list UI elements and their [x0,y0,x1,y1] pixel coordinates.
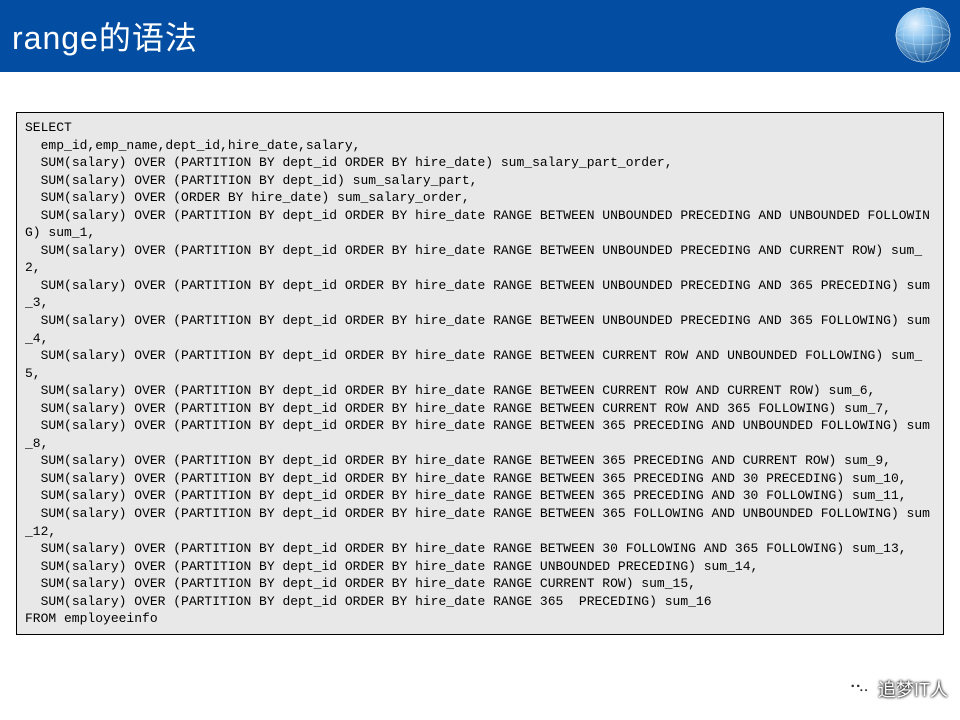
watermark-text: 追梦IT人 [878,676,948,702]
watermark: 追梦IT人 [846,676,948,702]
slide-header: range的语法 [0,0,960,72]
code-box: SELECT emp_id,emp_name,dept_id,hire_date… [16,112,944,635]
slide-title: range的语法 [12,13,198,59]
sql-code: SELECT emp_id,emp_name,dept_id,hire_date… [25,119,935,628]
globe-icon [892,4,954,66]
wechat-icon [846,678,872,700]
